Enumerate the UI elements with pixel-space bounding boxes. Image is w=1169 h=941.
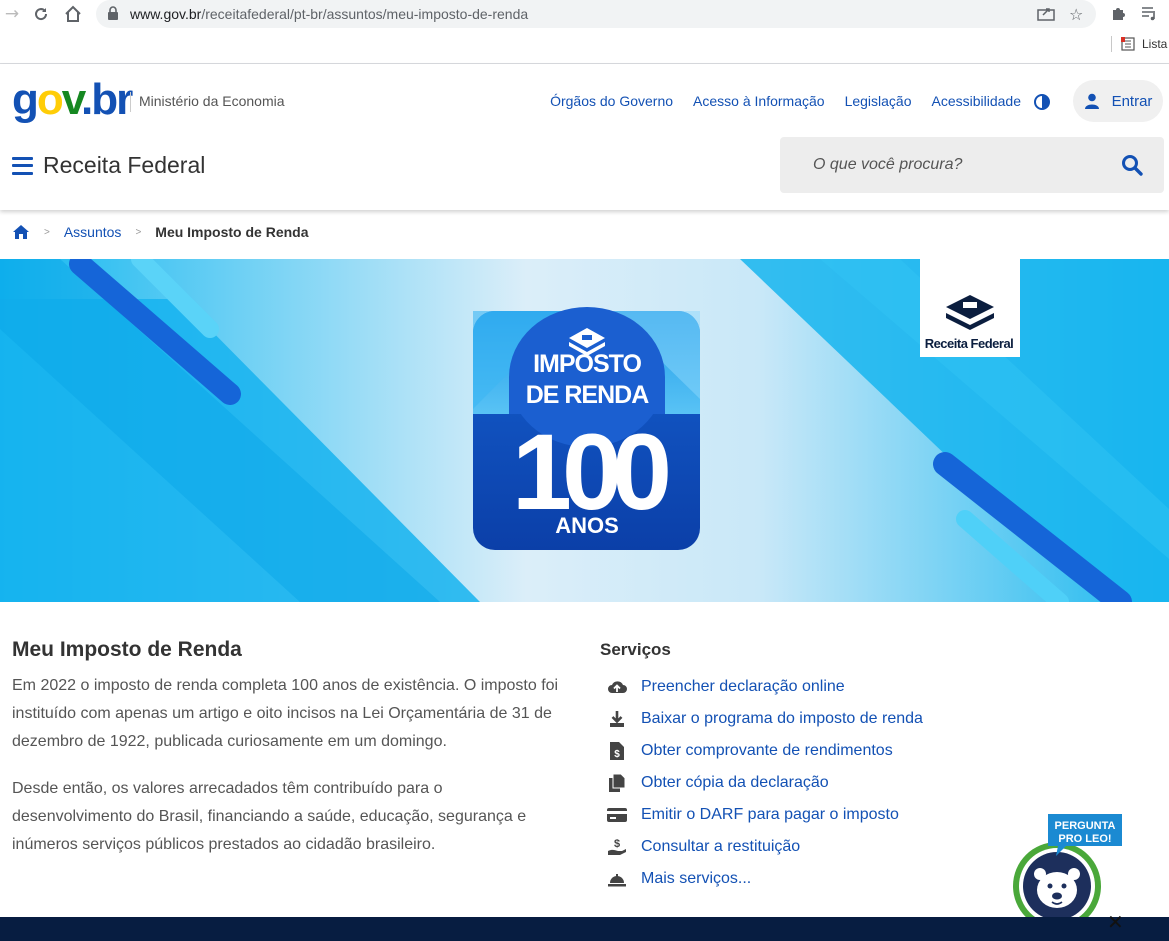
service-item-copia[interactable]: Obter cópia da declaração [607,767,923,799]
home-breadcrumb-icon[interactable] [12,224,30,240]
footer-bar [0,917,1169,941]
download-icon [607,710,627,728]
receita-logo-label: Receita Federal [925,336,1014,351]
reading-list-button[interactable]: Lista [1120,36,1167,52]
service-item-darf[interactable]: Emitir o DARF para pagar o imposto [607,799,923,831]
login-label: Entrar [1111,92,1153,110]
service-label: Emitir o DARF para pagar o imposto [641,806,899,823]
banner-graphic: IMPOSTO DE RENDA 100 ANOS Receita Federa… [0,259,1169,602]
login-button[interactable]: Entrar [1073,80,1163,122]
copy-icon [607,774,627,792]
hand-holding-dollar-icon: $ [607,838,627,856]
link-acesso-informacao[interactable]: Acesso à Informação [693,93,825,109]
url-text: www.gov.br/receitafederal/pt-br/assuntos… [130,6,529,22]
breadcrumb-assuntos[interactable]: Assuntos [64,224,122,240]
service-label: Consultar a restituição [641,838,801,855]
link-acessibilidade[interactable]: Acessibilidade [932,93,1022,109]
service-item-comprovante[interactable]: $ Obter comprovante de rendimentos [607,735,923,767]
breadcrumb-separator-icon: > [135,226,142,238]
leo-line2: PRO LEO! [1058,833,1111,845]
search-box [780,137,1164,193]
reload-icon[interactable] [31,4,51,24]
badge-line2: DE RENDA [526,381,650,409]
browser-toolbar: → www.gov.br/receitafederal/pt-br/assunt… [0,0,1169,28]
service-item-restituicao[interactable]: $ Consultar a restituição [607,831,923,863]
home-icon[interactable] [63,4,83,24]
credit-card-icon [607,806,627,824]
link-legislacao[interactable]: Legislação [845,93,912,109]
service-item-preencher[interactable]: Preencher declaração online [607,671,923,703]
search-icon[interactable] [1120,153,1144,177]
hamburger-menu-icon[interactable] [12,156,33,175]
reading-list-label: Lista [1142,37,1168,51]
top-links: Órgãos do Governo Acesso à Informação Le… [550,93,1021,109]
breadcrumb: > Assuntos > Meu Imposto de Renda [12,224,309,240]
second-paragraph: Desde então, os valores arrecadados têm … [12,780,527,853]
intro-paragraph: Em 2022 o imposto de renda completa 100 … [12,677,559,750]
site-menu-row: Receita Federal [12,152,205,179]
service-label: Obter cópia da declaração [641,774,829,791]
ministry-name: Ministério da Economia [130,92,285,112]
contrast-icon[interactable] [1034,94,1050,110]
extensions-icon[interactable] [1110,5,1126,25]
user-icon [1084,93,1099,109]
address-bar[interactable]: www.gov.br/receitafederal/pt-br/assuntos… [96,0,1096,28]
breadcrumb-separator-icon: > [44,226,50,238]
services-title: Serviços [600,640,671,659]
leo-line1: PERGUNTA [1055,820,1116,832]
bookmarks-separator [1111,36,1112,52]
page-title: Meu Imposto de Renda [12,638,242,661]
service-label: Mais serviços... [641,870,752,887]
back-arrow-icon[interactable]: → [2,4,22,24]
service-item-baixar[interactable]: Baixar o programa do imposto de renda [607,703,923,735]
bookmarks-bar [0,28,1169,64]
svg-text:$: $ [614,838,620,850]
share-icon[interactable] [1037,5,1055,25]
service-label: Obter comprovante de rendimentos [641,742,893,759]
concierge-bell-icon [607,870,627,888]
site-name[interactable]: Receita Federal [43,152,205,179]
link-orgaos-governo[interactable]: Órgãos do Governo [550,93,673,109]
file-invoice-dollar-icon: $ [607,742,627,760]
bookmark-star-icon[interactable]: ☆ [1069,5,1083,24]
hero-banner: IMPOSTO DE RENDA 100 ANOS Receita Federa… [0,259,1169,602]
cloud-upload-icon [607,678,627,696]
services-list: Preencher declaração online Baixar o pro… [607,671,923,895]
service-label: Baixar o programa do imposto de renda [641,710,923,727]
reading-list-icon [1121,37,1135,51]
site-header: gov.br Ministério da Economia Órgãos do … [0,64,1169,210]
media-control-icon[interactable] [1141,5,1157,25]
breadcrumb-current: Meu Imposto de Renda [155,224,309,240]
search-input[interactable] [780,137,1110,193]
svg-text:$: $ [614,749,620,760]
close-icon[interactable]: ✕ [1107,912,1124,932]
service-label: Preencher declaração online [641,678,845,695]
govbr-logo[interactable]: gov.br [12,78,133,122]
badge-line3: ANOS [555,513,619,538]
badge-line1: IMPOSTO [533,350,641,378]
lock-icon [108,6,118,20]
service-item-mais[interactable]: Mais serviços... [607,863,923,895]
